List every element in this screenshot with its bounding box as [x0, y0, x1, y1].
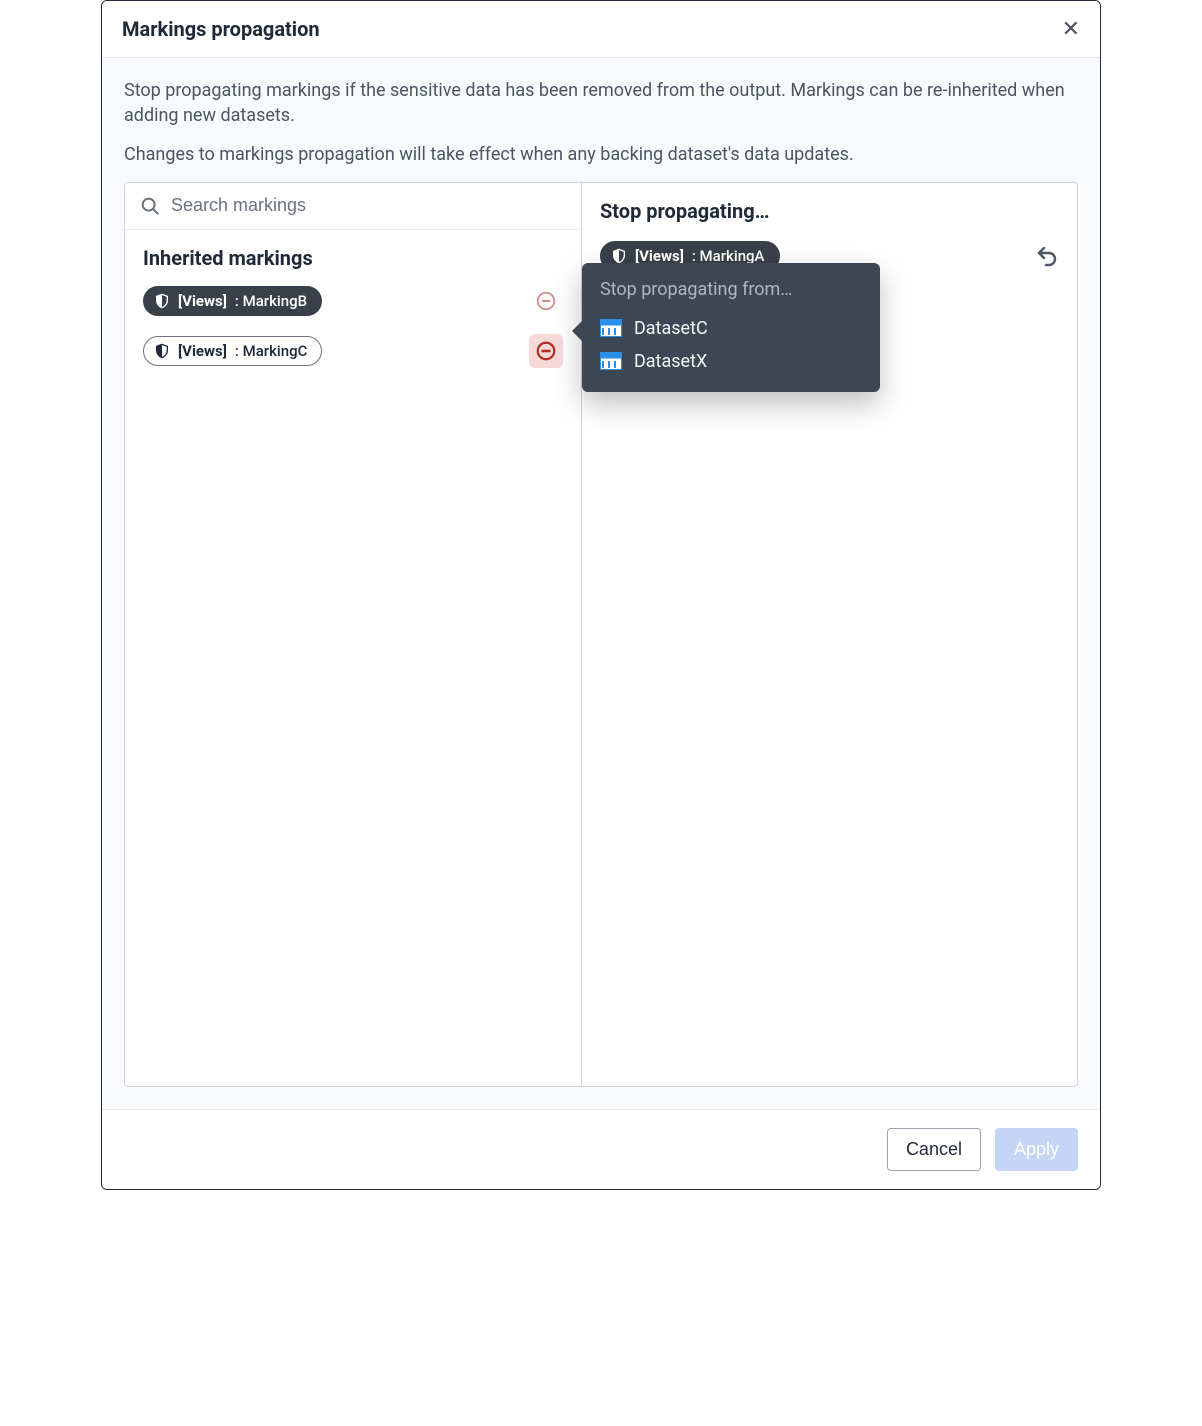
marking-chip-markingb[interactable]: [Views] : MarkingB [143, 286, 322, 316]
panel-right: Stop propagating… [Views] : MarkingA [582, 183, 1077, 1086]
minus-circle-icon [535, 290, 557, 312]
stop-propagation-button[interactable] [529, 284, 563, 318]
search-icon [139, 195, 161, 217]
stop-propagation-button[interactable] [529, 334, 563, 368]
dataset-icon [600, 352, 622, 370]
marking-chip-markingc[interactable]: [Views] : MarkingC [143, 336, 322, 366]
stop-propagating-title: Stop propagating… [600, 199, 1059, 223]
shield-icon [154, 343, 170, 359]
close-button[interactable]: ✕ [1062, 18, 1080, 40]
stop-propagating-from-popover: Stop propagating from… DatasetC DatasetX [582, 263, 880, 392]
marking-row: [Views] : MarkingB [143, 284, 563, 318]
dataset-option-datasetx[interactable]: DatasetX [600, 345, 862, 378]
chip-label: : MarkingA [692, 247, 765, 265]
dialog-title: Markings propagation [122, 17, 320, 41]
cancel-button[interactable]: Cancel [887, 1128, 981, 1171]
shield-icon [611, 248, 627, 264]
popover-title: Stop propagating from… [600, 279, 862, 300]
dataset-label: DatasetC [634, 318, 708, 339]
search-row [125, 183, 581, 230]
dataset-label: DatasetX [634, 351, 707, 372]
close-icon: ✕ [1062, 16, 1080, 41]
chip-prefix: [Views] [635, 247, 684, 265]
description-line-2: Changes to markings propagation will tak… [124, 142, 1078, 167]
chip-prefix: [Views] [178, 342, 227, 360]
inherited-markings-section: Inherited markings [Views] : MarkingB [125, 230, 581, 400]
description-line-1: Stop propagating markings if the sensiti… [124, 78, 1078, 128]
undo-icon [1035, 244, 1059, 268]
dataset-icon [600, 319, 622, 337]
chip-label: : MarkingB [235, 292, 307, 310]
panel-left: Inherited markings [Views] : MarkingB [125, 183, 582, 1086]
minus-circle-icon [535, 340, 557, 362]
undo-button[interactable] [1035, 244, 1059, 268]
markings-propagation-dialog: Markings propagation ✕ Stop propagating … [101, 0, 1101, 1190]
dialog-header: Markings propagation ✕ [102, 1, 1100, 58]
dataset-option-datasetc[interactable]: DatasetC [600, 312, 862, 345]
shield-icon [154, 293, 170, 309]
inherited-markings-title: Inherited markings [143, 246, 563, 270]
panels-container: Inherited markings [Views] : MarkingB [124, 182, 1078, 1087]
dialog-body: Stop propagating markings if the sensiti… [102, 58, 1100, 1109]
chip-prefix: [Views] [178, 292, 227, 310]
apply-button[interactable]: Apply [995, 1128, 1078, 1171]
marking-row: [Views] : MarkingC [143, 334, 563, 368]
dialog-footer: Cancel Apply [102, 1109, 1100, 1189]
chip-label: : MarkingC [235, 342, 307, 360]
search-input[interactable] [171, 195, 567, 216]
